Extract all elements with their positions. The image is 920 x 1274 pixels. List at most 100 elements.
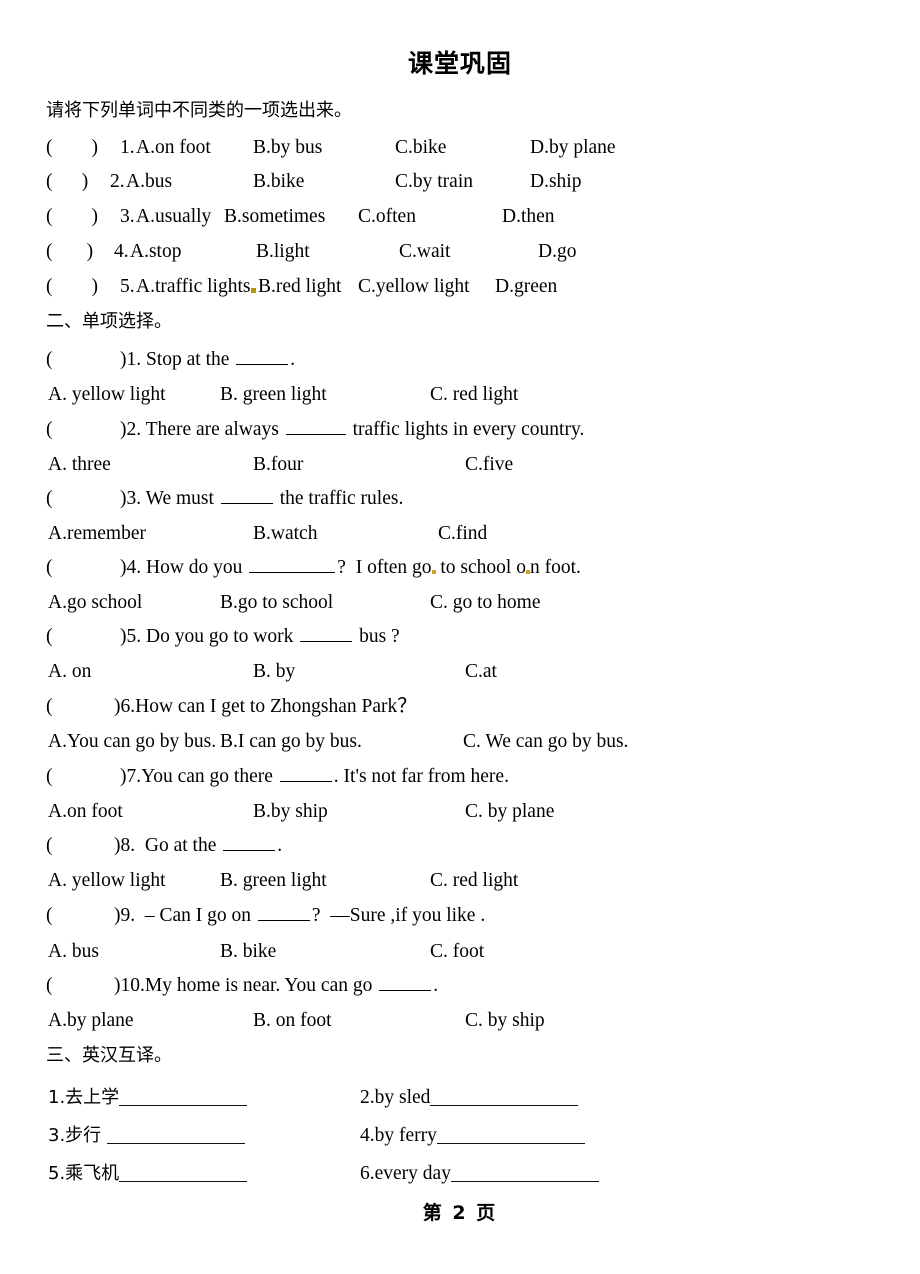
option-d[interactable]: D.by plane [530, 136, 616, 160]
option-b[interactable]: B.sometimes [224, 205, 325, 229]
answer-bracket[interactable]: ( [46, 974, 92, 998]
answer-bracket[interactable]: ( ) [46, 205, 98, 229]
answer-bracket[interactable]: ( [46, 904, 92, 928]
answer-blank[interactable] [279, 766, 332, 782]
option-c[interactable]: C.five [465, 453, 513, 477]
option-b[interactable]: B.I can go by bus. [220, 730, 362, 754]
answer-blank[interactable] [285, 419, 346, 435]
option-c[interactable]: C.often [358, 205, 416, 229]
option-b[interactable]: B. on foot [253, 1009, 332, 1033]
answer-blank[interactable] [257, 905, 310, 921]
option-c[interactable]: C. red light [430, 869, 518, 893]
answer-bracket[interactable]: ( ) [46, 170, 88, 194]
option-a[interactable]: A. yellow light [48, 869, 166, 893]
option-b[interactable]: B. bike [220, 940, 276, 964]
option-b[interactable]: B.by bus [253, 136, 322, 160]
option-a[interactable]: A.by plane [48, 1009, 134, 1033]
translate-answer-blank[interactable] [430, 1089, 579, 1106]
translate-answer-blank[interactable] [119, 1165, 248, 1182]
option-b[interactable]: B.light [256, 240, 310, 264]
translate-answer-blank[interactable] [106, 1127, 245, 1144]
option-b[interactable]: B.four [253, 453, 303, 477]
question-stem-pre: )2. There are always [120, 419, 284, 440]
option-c[interactable]: C.by train [395, 170, 473, 194]
question-stem: )4. How do you ? I often go to school on… [120, 556, 581, 580]
answer-blank[interactable] [249, 557, 336, 573]
option-c[interactable]: C.yellow light [358, 275, 470, 299]
translate-answer-blank[interactable] [436, 1127, 585, 1144]
option-b[interactable]: B. by [253, 660, 295, 684]
option-b[interactable]: B.watch [253, 522, 317, 546]
answer-bracket[interactable]: ( [46, 348, 92, 372]
option-d[interactable]: D.go [538, 240, 576, 264]
option-c[interactable]: C.find [438, 522, 487, 546]
option-d[interactable]: D.ship [530, 170, 581, 194]
answer-bracket[interactable]: ( ) [46, 240, 93, 264]
ink-mark-icon [525, 570, 530, 574]
section2-options-9: A. bus B. bike C. foot [0, 940, 920, 964]
answer-blank[interactable] [223, 835, 276, 851]
option-c[interactable]: C.wait [399, 240, 450, 264]
option-a[interactable]: A.traffic lights [136, 275, 250, 299]
option-a[interactable]: A. three [48, 453, 111, 477]
option-c[interactable]: C. red light [430, 383, 518, 407]
answer-bracket[interactable]: ( [46, 487, 92, 511]
option-c[interactable]: C.at [465, 660, 497, 684]
answer-bracket[interactable]: ( ) [46, 136, 98, 160]
option-a[interactable]: A.bus [126, 170, 172, 194]
answer-bracket[interactable]: ( [46, 556, 92, 580]
section2-options-2: A. three B.four C.five [0, 453, 920, 477]
translate-item-1-label: 1.去上学 [48, 1087, 120, 1108]
option-a[interactable]: A.go school [48, 591, 142, 615]
translate-answer-blank[interactable] [450, 1165, 599, 1182]
section2-question-10: ( )10.My home is near. You can go . [0, 974, 920, 998]
option-a[interactable]: A.on foot [48, 800, 123, 824]
option-a[interactable]: A.on foot [136, 136, 211, 160]
section2-options-5: A. on B. by C.at [0, 660, 920, 684]
option-a[interactable]: A.You can go by bus. [48, 730, 216, 754]
option-a[interactable]: A. yellow light [48, 383, 166, 407]
answer-bracket[interactable]: ( [46, 765, 92, 789]
answer-blank[interactable] [379, 975, 432, 991]
section1-instruction: 请将下列单词中不同类的一项选出来。 [46, 100, 352, 121]
option-a[interactable]: A. on [48, 660, 91, 684]
option-c[interactable]: C. We can go by bus. [463, 730, 628, 754]
option-b[interactable]: B.by ship [253, 800, 328, 824]
question-stem-post: . [277, 835, 283, 856]
section1-question-2: ( ) 2. A.bus B.bike C.by train D.ship [0, 170, 920, 194]
option-b[interactable]: B. green light [220, 383, 327, 407]
option-c[interactable]: C. go to home [430, 591, 541, 615]
section3-row-3: 5.乘飞机 6.every day [0, 1162, 920, 1186]
question-stem: )7.You can go there . It's not far from … [120, 765, 509, 789]
option-d[interactable]: D.then [502, 205, 555, 229]
answer-bracket[interactable]: ( [46, 695, 92, 719]
question-stem-post: . [433, 975, 439, 996]
question-stem-post: traffic lights in every country. [347, 419, 585, 440]
answer-bracket[interactable]: ( [46, 834, 92, 858]
option-b[interactable]: B.go to school [220, 591, 333, 615]
answer-blank[interactable] [236, 349, 289, 365]
option-c[interactable]: C. by ship [465, 1009, 545, 1033]
option-b[interactable]: B.red light [258, 275, 341, 299]
option-c[interactable]: C.bike [395, 136, 446, 160]
translate-item-2-label: 2.by sled [360, 1087, 431, 1108]
answer-bracket[interactable]: ( [46, 418, 92, 442]
translate-item-3-label: 3.步行 [48, 1125, 107, 1146]
translate-answer-blank[interactable] [119, 1089, 248, 1106]
option-c[interactable]: C. by plane [465, 800, 554, 824]
option-b[interactable]: B. green light [220, 869, 327, 893]
question-stem: )9. – Can I go on ? —Sure ,if you like . [114, 904, 485, 928]
option-a[interactable]: A.remember [48, 522, 146, 546]
answer-bracket[interactable]: ( [46, 625, 92, 649]
translate-item-1: 1.去上学 [48, 1086, 248, 1110]
option-a[interactable]: A.stop [130, 240, 181, 264]
answer-blank[interactable] [300, 626, 353, 642]
option-b[interactable]: B.bike [253, 170, 304, 194]
ink-mark-icon [251, 275, 256, 299]
option-a[interactable]: A.usually [136, 205, 211, 229]
option-c[interactable]: C. foot [430, 940, 484, 964]
option-a[interactable]: A. bus [48, 940, 99, 964]
answer-bracket[interactable]: ( ) [46, 275, 98, 299]
answer-blank[interactable] [220, 488, 273, 504]
option-d[interactable]: D.green [495, 275, 557, 299]
